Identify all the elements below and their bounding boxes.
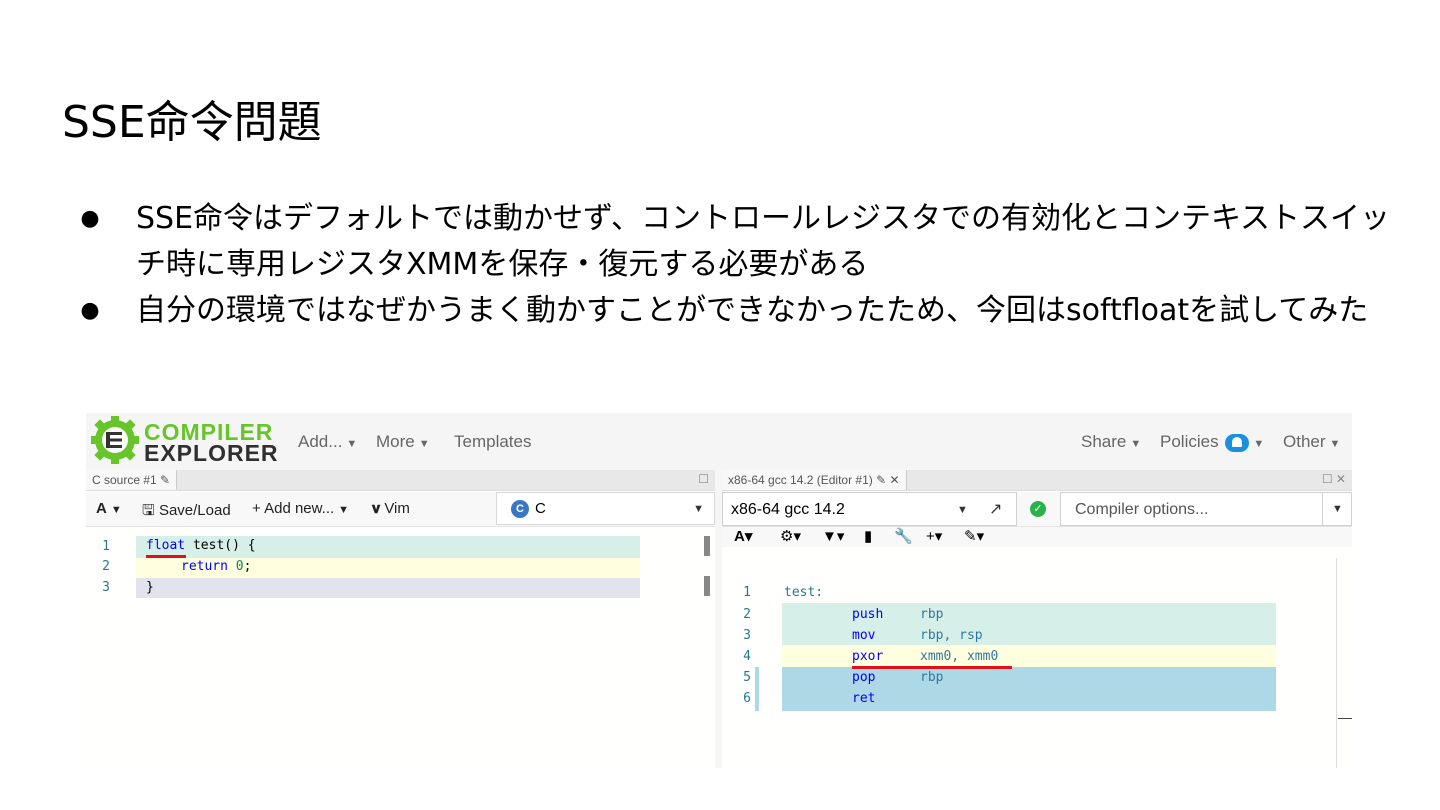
templates-link[interactable]: Templates [454, 432, 531, 452]
code-line-3[interactable]: } [146, 580, 154, 595]
filter-icon[interactable]: ▼▾ [822, 527, 844, 545]
caret-down-icon: ▼ [110, 504, 122, 516]
red-underline [852, 666, 1012, 669]
source-editor-panel: C source #1 ✎ ☐ A ▼ 🖫 Save/Load + Add new… [86, 470, 715, 768]
bullet-list: ● SSE命令はデフォルトでは動かせず、コントロールレジスタでの有効化とコンテキ… [80, 196, 1410, 334]
code-line-2[interactable]: return 0; [181, 559, 251, 574]
compiler-options-input[interactable]: Compiler options... ▼ [1060, 492, 1352, 526]
bullet-item: ● 自分の環境ではなぜかうまく動かすことができなかったため、今回はsoftflo… [80, 288, 1410, 334]
asm-op[interactable]: push [852, 607, 883, 622]
compiler-toolbar: x86-64 gcc 14.2 ▼ ↗ ✓ Compiler options..… [722, 492, 1352, 527]
line-number: 1 [743, 585, 751, 600]
language-select[interactable]: C C ▼ [496, 492, 715, 525]
scrollbar-marker [1338, 718, 1352, 719]
maximize-icon[interactable]: ☐ [698, 472, 709, 486]
scrollbar-marker[interactable] [704, 536, 710, 556]
c-language-icon: C [511, 500, 529, 518]
tab-compiler[interactable]: x86-64 gcc 14.2 (Editor #1) ✎ ✕ [722, 470, 907, 490]
bullet-item: ● SSE命令はデフォルトでは動かせず、コントロールレジスタでの有効化とコンテキ… [80, 196, 1410, 288]
caret-down-icon: ▼ [1253, 438, 1265, 450]
compiler-select[interactable]: x86-64 gcc 14.2 ▼ ↗ [722, 492, 1017, 526]
save-load-button[interactable]: 🖫 Save/Load [142, 500, 231, 525]
line-number: 2 [743, 607, 751, 622]
add-new-menu[interactable]: + Add new... ▼ [252, 500, 349, 517]
popout-icon[interactable]: ↗ [989, 499, 1002, 519]
line-number: 3 [743, 628, 751, 643]
asm-op[interactable]: pop [852, 670, 875, 685]
policies-menu[interactable]: Policies ▼ [1160, 432, 1264, 452]
line-number: 1 [102, 539, 110, 554]
save-icon: 🖫 [142, 502, 155, 519]
line-highlight [136, 578, 640, 598]
more-menu[interactable]: More ▼ [376, 432, 430, 452]
asm-label[interactable]: test: [784, 585, 823, 600]
brand-line-2: EXPLORER [144, 440, 279, 466]
top-navbar: COMPILER EXPLORER Add... ▼ More ▼ Template… [86, 413, 1352, 469]
vim-icon: 𝐯 [372, 500, 381, 517]
bullet-dot-icon: ● [80, 206, 100, 231]
line-number: 5 [743, 670, 751, 685]
asm-args[interactable]: rbp, rsp [920, 628, 983, 643]
source-tabbar: C source #1 ✎ ☐ [86, 470, 715, 491]
caret-down-icon: ▼ [338, 504, 350, 516]
settings-icon[interactable]: ⚙▾ [780, 527, 801, 545]
line-number: 3 [102, 580, 110, 595]
scrollbar-track[interactable] [1336, 558, 1337, 768]
asm-args[interactable]: xmm0, xmm0 [920, 649, 998, 664]
add-tool-icon[interactable]: +▾ [926, 527, 942, 545]
red-underline [146, 555, 186, 558]
line-number: 4 [743, 649, 751, 664]
line-number: 2 [102, 559, 110, 574]
other-menu[interactable]: Other ▼ [1283, 432, 1340, 452]
tab-c-source[interactable]: C source #1 ✎ [86, 470, 178, 490]
bullet-dot-icon: ● [80, 298, 100, 323]
caret-down-icon: ▼ [418, 438, 430, 450]
asm-op[interactable]: mov [852, 628, 875, 643]
scrollbar-marker[interactable] [704, 576, 710, 596]
source-toolbar: A ▼ 🖫 Save/Load + Add new... ▼ 𝐯 Vim C C ▼ [86, 492, 715, 527]
line-number: 6 [743, 691, 751, 706]
share-menu[interactable]: Share ▼ [1081, 432, 1141, 452]
window-controls-icon[interactable]: ☐ ✕ [1322, 472, 1346, 486]
caret-down-icon: ▼ [693, 503, 704, 515]
asm-args[interactable]: rbp [920, 670, 943, 685]
caret-down-icon: ▼ [1329, 438, 1341, 450]
compiler-explorer-logo-icon [91, 416, 139, 464]
slide-title: SSE命令問題 [62, 97, 322, 148]
bell-badge-icon [1225, 433, 1250, 452]
asm-args[interactable]: rbp [920, 607, 943, 622]
vim-toggle[interactable]: 𝐯 Vim [372, 500, 410, 517]
wrench-icon[interactable]: 🔧 [894, 527, 913, 545]
compiler-explorer-screenshot: COMPILER EXPLORER Add... ▼ More ▼ Template… [86, 413, 1352, 768]
caret-down-icon: ▼ [1332, 503, 1343, 515]
font-size-menu[interactable]: A ▼ [96, 500, 122, 517]
asm-icon-toolbar: A▾ ⚙▾ ▼▾ ▮ 🔧 +▾ ✎▾ [722, 527, 1352, 547]
asm-op[interactable]: ret [852, 691, 875, 706]
caret-down-icon: ▼ [1130, 438, 1142, 450]
asm-op[interactable]: pxor [852, 649, 883, 664]
brush-icon[interactable]: ✎▾ [964, 527, 984, 545]
caret-down-icon: ▼ [957, 504, 968, 516]
font-size-icon[interactable]: A▾ [734, 527, 752, 545]
pencil-icon[interactable]: ✎ [160, 473, 170, 487]
code-line-1[interactable]: float test() { [146, 538, 256, 553]
options-dropdown[interactable]: ▼ [1322, 493, 1351, 525]
asm-tabbar: x86-64 gcc 14.2 (Editor #1) ✎ ✕ ☐ ✕ [722, 470, 1352, 491]
add-menu[interactable]: Add... ▼ [298, 432, 357, 452]
assembly-panel: x86-64 gcc 14.2 (Editor #1) ✎ ✕ ☐ ✕ x86-… [722, 470, 1352, 768]
caret-down-icon: ▼ [346, 438, 358, 450]
book-icon[interactable]: ▮ [864, 527, 872, 545]
close-icon[interactable]: ✕ [890, 473, 900, 487]
compile-success-icon: ✓ [1030, 501, 1046, 517]
pencil-icon[interactable]: ✎ [876, 473, 886, 487]
